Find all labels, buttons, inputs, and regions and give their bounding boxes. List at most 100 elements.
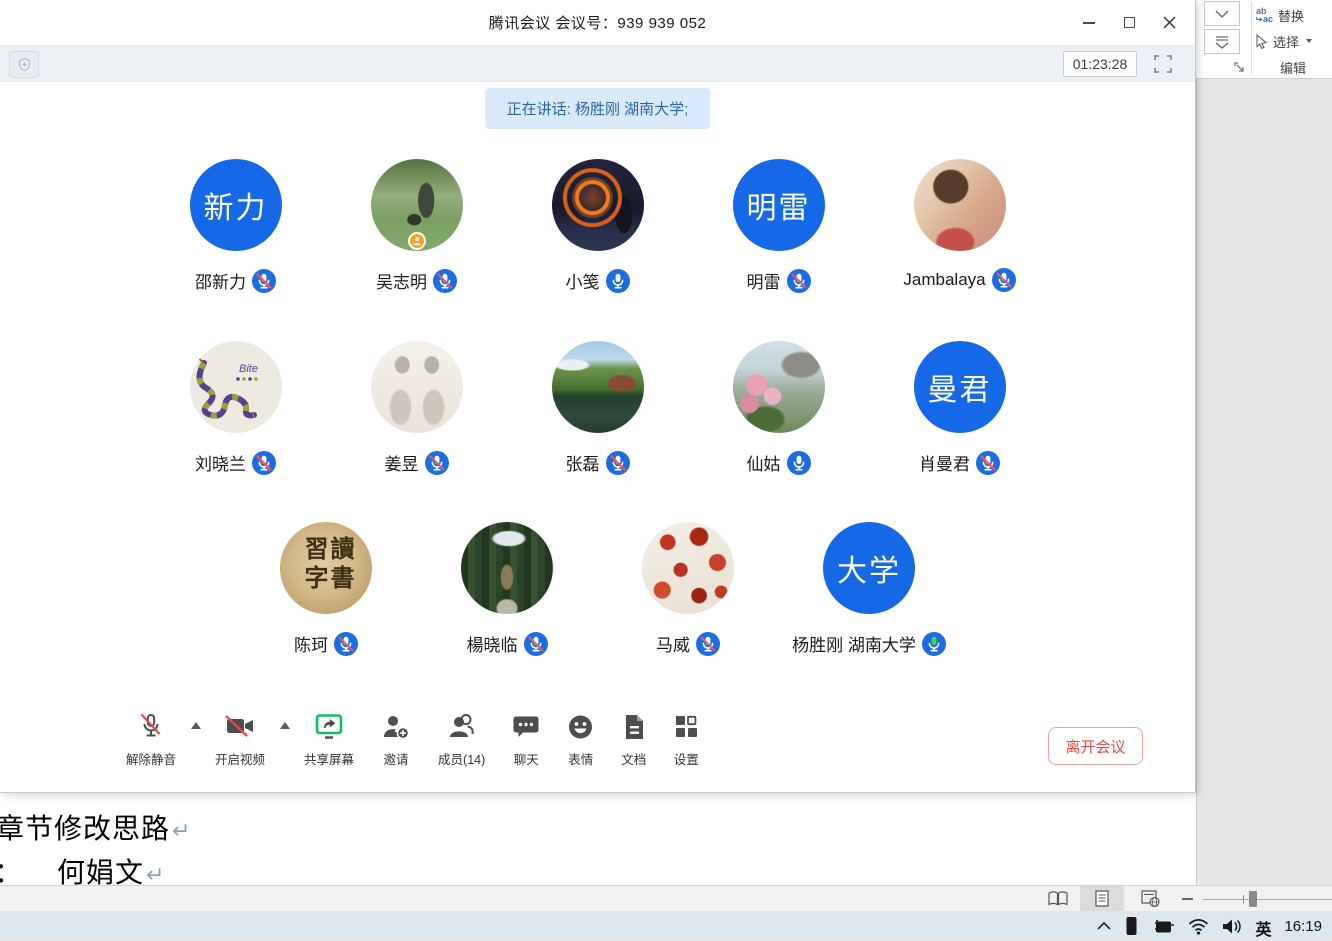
select-button[interactable]: 选择 bbox=[1256, 30, 1330, 52]
settings-button[interactable]: 设置 bbox=[673, 712, 699, 768]
participant-name: 楊晓临 bbox=[467, 631, 518, 656]
participant-tile[interactable]: 张磊 bbox=[507, 341, 688, 475]
chevron-down-icon bbox=[1306, 39, 1312, 43]
avatar: 新力 bbox=[190, 159, 282, 251]
close-button[interactable] bbox=[1149, 6, 1189, 40]
phone-device-icon[interactable] bbox=[1125, 910, 1138, 941]
power-plug-icon[interactable] bbox=[1151, 911, 1175, 940]
replace-button[interactable]: abac 替换 bbox=[1256, 4, 1330, 26]
meeting-title-bar: 腾讯会议 会议号：939 939 052 bbox=[0, 0, 1195, 45]
zoom-slider-handle[interactable] bbox=[1249, 891, 1257, 907]
mic-status-icon bbox=[252, 269, 276, 293]
cursor-icon bbox=[1256, 34, 1268, 49]
document-text-line: 章节修改思路↵ bbox=[0, 807, 191, 847]
maximize-button[interactable] bbox=[1109, 6, 1149, 40]
zoom-out-button[interactable] bbox=[1182, 898, 1193, 900]
replace-icon: abac bbox=[1256, 7, 1273, 23]
web-layout-button[interactable] bbox=[1128, 886, 1172, 911]
speaker-icon[interactable] bbox=[1222, 911, 1242, 940]
avatar bbox=[461, 522, 553, 614]
docs-button[interactable]: 文档 bbox=[621, 712, 646, 768]
print-layout-button[interactable] bbox=[1080, 886, 1124, 911]
participant-tile[interactable]: 姜昱 bbox=[326, 341, 507, 475]
paragraph-mark: ↵ bbox=[172, 819, 191, 844]
share-screen-button[interactable]: 共享屏幕 bbox=[304, 712, 354, 768]
meeting-window: 腾讯会议 会议号：939 939 052 01:23:28 正在讲话: 杨胜刚 … bbox=[0, 0, 1196, 793]
mic-status-icon bbox=[787, 451, 811, 475]
editing-dialog-launcher-icon[interactable] bbox=[1234, 60, 1245, 78]
avatar: 大学 bbox=[823, 522, 915, 614]
taskbar-clock[interactable]: 16:19 bbox=[1284, 918, 1322, 935]
participant-tile[interactable]: 曼君 肖曼君 bbox=[869, 341, 1050, 475]
chat-icon bbox=[512, 712, 540, 742]
unmute-button[interactable]: 解除静音 bbox=[126, 712, 176, 768]
avatar: 讀書習字 bbox=[280, 522, 372, 614]
editing-group-label: 编辑 bbox=[1256, 58, 1330, 77]
svg-text:Bite: Bite bbox=[239, 363, 258, 375]
leave-meeting-button[interactable]: 离开会议 bbox=[1048, 727, 1143, 765]
mic-options-caret[interactable] bbox=[191, 722, 201, 729]
start-video-button[interactable]: 开启视频 bbox=[215, 712, 265, 768]
mic-status-icon bbox=[433, 269, 457, 293]
word-ribbon-editing-group: abac 替换 选择 编辑 bbox=[1196, 0, 1332, 79]
participant-tile[interactable]: 大学 杨胜刚 湖南大学 bbox=[779, 522, 960, 656]
meeting-toolbar: 解除静音 开启视频 共享屏幕 邀请 成员(14) 聊天 表情 bbox=[126, 712, 1143, 768]
paragraph-mark: ↵ bbox=[146, 863, 165, 885]
ribbon-divider bbox=[1251, 2, 1252, 74]
participant-tile[interactable]: 仙姑 bbox=[688, 341, 869, 475]
participant-tile[interactable]: 吴志明 bbox=[326, 159, 507, 293]
meeting-duration-timer: 01:23:28 bbox=[1063, 51, 1137, 77]
minimize-button[interactable] bbox=[1069, 6, 1109, 40]
mic-status-icon bbox=[992, 268, 1016, 292]
participants-row: 新力 邵新力 吴志明 小笺 明雷 明雷 Jam bbox=[0, 159, 1195, 293]
avatar bbox=[371, 159, 463, 251]
replace-label: 替换 bbox=[1278, 6, 1304, 25]
health-shield-icon[interactable] bbox=[9, 51, 39, 78]
windows-taskbar: 英 16:19 bbox=[0, 911, 1332, 940]
participant-name: Jambalaya bbox=[903, 270, 985, 290]
word-document-page: 章节修改思路↵ ：何娟文↵ bbox=[0, 793, 1196, 885]
styles-scroll-down-button[interactable] bbox=[1204, 1, 1240, 26]
speaking-banner: 正在讲话: 杨胜刚 湖南大学; bbox=[485, 88, 711, 129]
participant-tile[interactable]: 新力 邵新力 bbox=[145, 159, 326, 293]
participant-tile[interactable]: 小笺 bbox=[507, 159, 688, 293]
participant-name: 仙姑 bbox=[747, 450, 781, 475]
avatar bbox=[642, 522, 734, 614]
participant-tile[interactable]: 楊晓临 bbox=[417, 522, 598, 656]
video-options-caret[interactable] bbox=[280, 722, 290, 729]
document-icon bbox=[622, 712, 646, 742]
read-mode-button[interactable] bbox=[1036, 886, 1080, 911]
participant-name: 吴志明 bbox=[376, 268, 427, 293]
participant-tile[interactable]: Bite 刘晓兰 bbox=[145, 341, 326, 475]
zoom-slider-track[interactable] bbox=[1203, 899, 1332, 900]
emoji-button[interactable]: 表情 bbox=[567, 712, 594, 768]
word-document-background bbox=[1196, 79, 1332, 885]
share-screen-icon bbox=[314, 712, 344, 742]
avatar bbox=[552, 341, 644, 433]
participant-name: 肖曼君 bbox=[919, 450, 970, 475]
styles-more-button[interactable] bbox=[1204, 29, 1240, 54]
participant-tile[interactable]: 明雷 明雷 bbox=[688, 159, 869, 293]
chat-button[interactable]: 聊天 bbox=[512, 712, 540, 768]
mic-status-icon bbox=[606, 269, 630, 293]
members-button[interactable]: 成员(14) bbox=[438, 712, 485, 768]
ime-language-indicator[interactable]: 英 bbox=[1255, 916, 1271, 940]
show-hidden-icons-chevron[interactable] bbox=[1096, 914, 1112, 937]
participant-tile[interactable]: 马威 bbox=[598, 522, 779, 656]
invite-person-icon bbox=[381, 712, 411, 742]
fullscreen-button[interactable] bbox=[1151, 53, 1175, 75]
meeting-title: 腾讯会议 会议号：939 939 052 bbox=[0, 0, 1195, 45]
participant-tile[interactable]: 讀書習字 陈珂 bbox=[236, 522, 417, 656]
participant-name: 明雷 bbox=[747, 268, 781, 293]
participant-name: 杨胜刚 湖南大学 bbox=[792, 631, 916, 656]
wifi-icon[interactable] bbox=[1188, 912, 1209, 940]
members-icon bbox=[447, 712, 477, 742]
participant-name: 邵新力 bbox=[195, 268, 246, 293]
invite-button[interactable]: 邀请 bbox=[381, 712, 411, 768]
mic-status-icon bbox=[606, 451, 630, 475]
participant-tile[interactable]: Jambalaya bbox=[869, 159, 1050, 293]
word-status-bar bbox=[0, 885, 1332, 911]
participant-name: 陈珂 bbox=[294, 631, 328, 656]
participant-name: 姜昱 bbox=[385, 450, 419, 475]
camera-off-icon bbox=[224, 712, 256, 742]
